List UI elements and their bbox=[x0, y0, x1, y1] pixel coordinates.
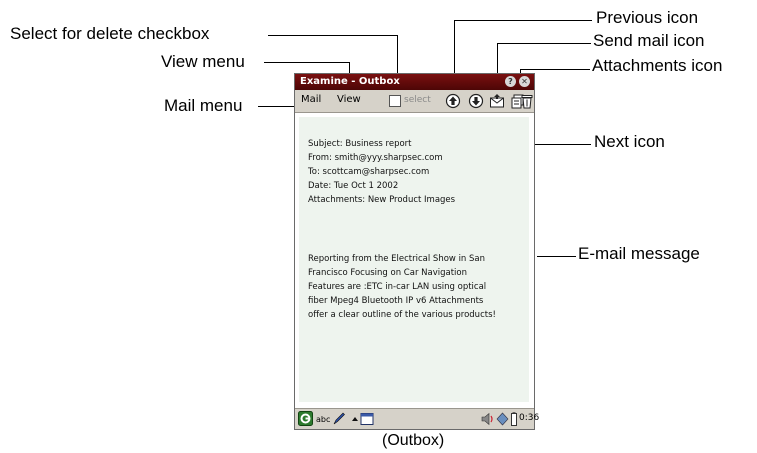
clock: 0:36 bbox=[519, 413, 540, 423]
callout-mail-menu: Mail menu bbox=[164, 96, 243, 115]
leader-view-h bbox=[264, 62, 350, 63]
figure-caption: (Outbox) bbox=[382, 432, 445, 449]
send-mail-icon[interactable] bbox=[489, 93, 505, 109]
previous-icon[interactable] bbox=[445, 93, 461, 109]
callout-view-menu: View menu bbox=[161, 52, 245, 71]
leader-send-h bbox=[497, 43, 591, 44]
next-icon[interactable] bbox=[468, 93, 484, 109]
battery-icon bbox=[511, 412, 517, 426]
leader-select-h bbox=[268, 35, 398, 36]
input-mode-label[interactable]: abc bbox=[316, 415, 330, 424]
close-button[interactable]: ✕ bbox=[519, 76, 530, 87]
callout-email-message: E-mail message bbox=[578, 244, 700, 263]
toolbar: Mail View select bbox=[295, 90, 534, 113]
window-title: Examine - Outbox bbox=[300, 76, 400, 87]
network-icon[interactable] bbox=[496, 412, 509, 426]
callout-select-checkbox: Select for delete checkbox bbox=[10, 24, 210, 43]
trash-icon[interactable] bbox=[521, 93, 533, 109]
callout-next-icon: Next icon bbox=[594, 132, 665, 151]
home-icon[interactable] bbox=[298, 411, 313, 426]
message-date: Date: Tue Oct 1 2002 bbox=[308, 181, 399, 191]
callout-attachments-icon: Attachments icon bbox=[592, 56, 723, 75]
message-body-line: offer a clear outline of the various pro… bbox=[308, 310, 496, 320]
message-attachments: Attachments: New Product Images bbox=[308, 195, 456, 205]
keyboard-toggle-icon[interactable] bbox=[351, 412, 375, 426]
mail-menu[interactable]: Mail bbox=[301, 94, 321, 105]
callout-send-mail-icon: Send mail icon bbox=[593, 31, 705, 50]
message-body-line: Francisco Focusing on Car Navigation bbox=[308, 268, 467, 278]
message-body-line: Reporting from the Electrical Show in Sa… bbox=[308, 254, 486, 264]
view-menu[interactable]: View bbox=[337, 94, 361, 105]
select-delete-checkbox[interactable] bbox=[389, 95, 401, 107]
message-subject: Subject: Business report bbox=[308, 139, 412, 149]
callout-previous-icon: Previous icon bbox=[596, 8, 699, 27]
email-message[interactable]: Subject: Business report From: smith@yyy… bbox=[299, 117, 529, 402]
message-to: To: scottcam@sharpsec.com bbox=[308, 167, 430, 177]
status-bar: abc 0:36 bbox=[295, 408, 539, 429]
leader-mail-h bbox=[258, 106, 298, 107]
pen-icon[interactable] bbox=[333, 412, 345, 425]
message-body-line: Features are :ETC in-car LAN using optic… bbox=[308, 282, 487, 292]
message-body-line: fiber Mpeg4 Bluetooth IP v6 Attachments bbox=[308, 296, 484, 306]
leader-prev-h bbox=[454, 20, 592, 21]
leader-attach-h bbox=[520, 69, 590, 70]
select-label: select bbox=[404, 95, 431, 105]
device-screen: Examine - Outbox ? ✕ Mail View select Su… bbox=[294, 73, 539, 430]
message-from: From: smith@yyy.sharpsec.com bbox=[308, 153, 443, 163]
title-bar: Examine - Outbox ? ✕ bbox=[295, 74, 534, 90]
help-button[interactable]: ? bbox=[505, 76, 516, 87]
leader-message-h bbox=[537, 256, 576, 257]
volume-icon[interactable] bbox=[481, 412, 495, 426]
